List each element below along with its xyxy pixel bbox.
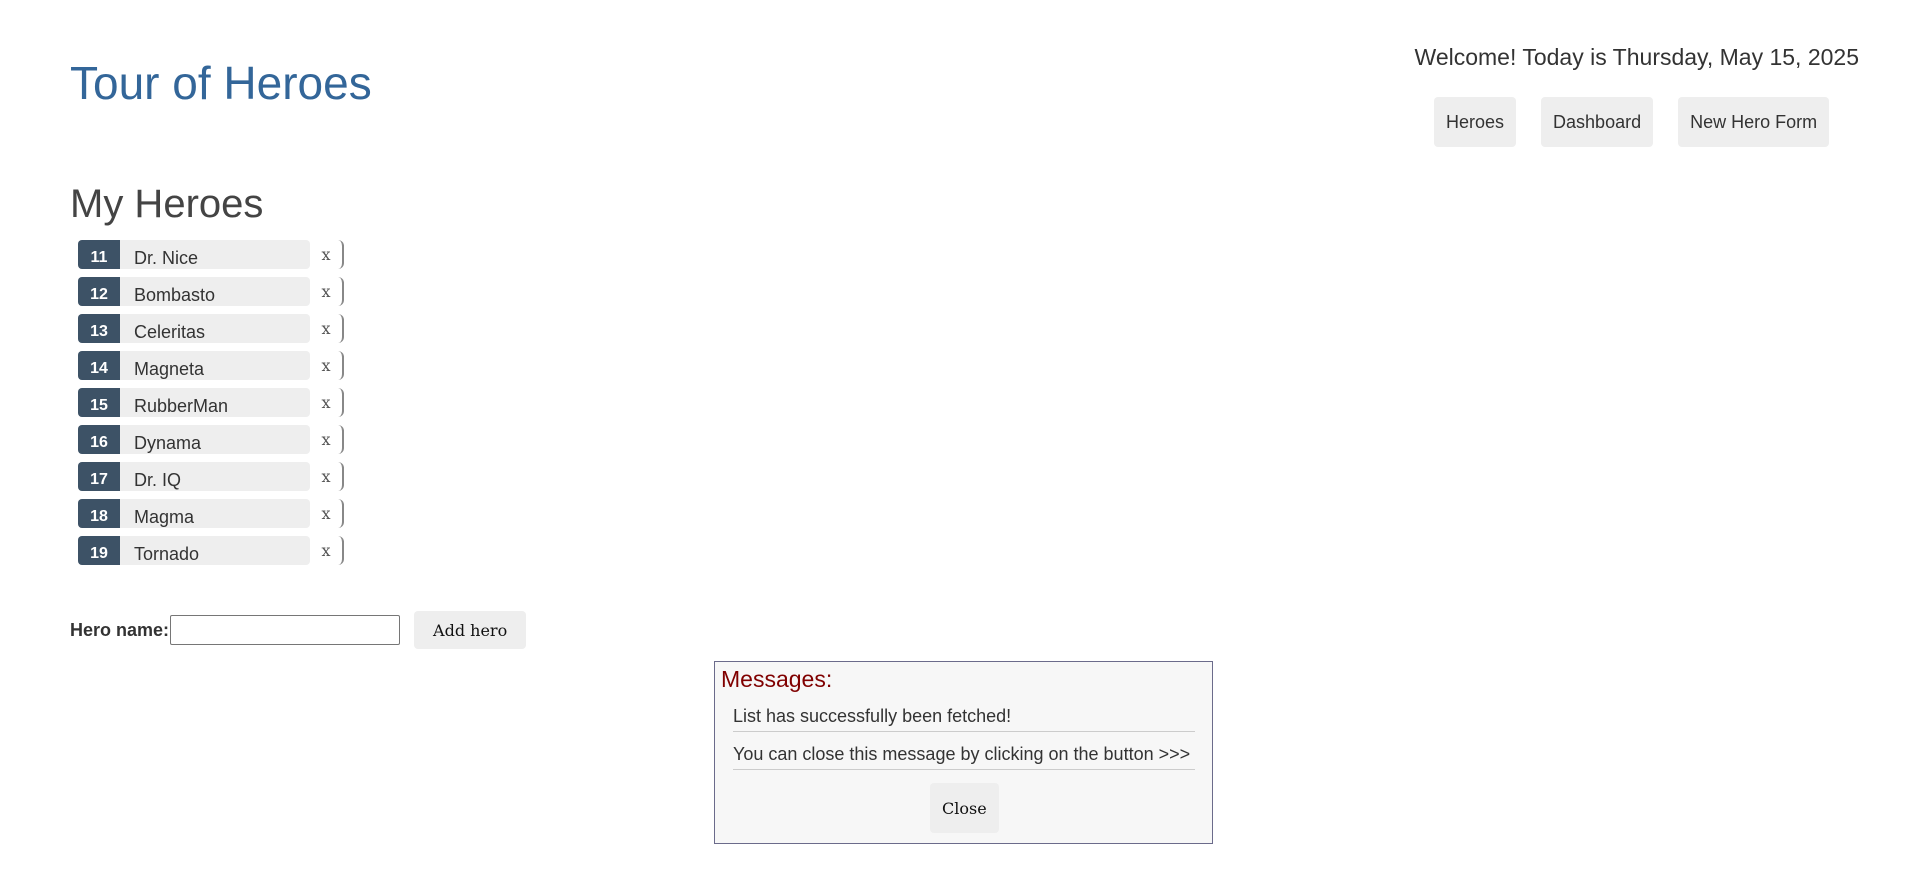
hero-id-badge: 11 [78,240,120,269]
hero-name-label: Hero name: [70,619,170,640]
hero-name: Magneta [134,359,205,379]
delete-hero-button[interactable]: x [310,462,344,491]
messages-panel: Messages: List has successfully been fet… [714,661,1213,844]
delete-hero-button[interactable]: x [310,536,344,565]
hero-id-badge: 19 [78,536,120,565]
hero-name: Celeritas [134,322,206,342]
hero-name: Dynama [134,433,202,453]
hero-name: Dr. IQ [134,470,182,490]
hero-id-badge: 13 [78,314,120,343]
page-title: My Heroes [70,182,264,226]
delete-hero-button[interactable]: x [310,425,344,454]
delete-hero-button[interactable]: x [310,277,344,306]
hero-link[interactable]: 11 Dr. Nice [78,240,310,269]
hero-list-item: 12 Bombasto x [78,277,346,306]
hero-id-badge: 16 [78,425,120,454]
hero-id-badge: 15 [78,388,120,417]
hero-name-input[interactable] [170,615,401,645]
message-item: List has successfully been fetched! [733,706,1195,732]
add-hero-form: Hero name: Add hero [70,611,527,649]
welcome-text: Welcome! Today is Thursday, May 15, 2025 [1414,44,1859,70]
hero-list-item: 11 Dr. Nice x [78,240,346,269]
delete-hero-button[interactable]: x [310,499,344,528]
messages-title: Messages: [721,666,833,692]
nav-new-hero-form-button[interactable]: New Hero Form [1678,97,1830,147]
hero-list-item: 18 Magma x [78,499,346,528]
hero-link[interactable]: 18 Magma [78,499,310,528]
hero-list-item: 17 Dr. IQ x [78,462,346,491]
hero-list-item: 14 Magneta x [78,351,346,380]
hero-link[interactable]: 15 RubberMan [78,388,310,417]
hero-list-item: 16 Dynama x [78,425,346,454]
hero-link[interactable]: 14 Magneta [78,351,310,380]
delete-hero-button[interactable]: x [310,240,344,269]
message-item: You can close this message by clicking o… [733,744,1195,770]
hero-name: Magma [134,507,195,527]
hero-link[interactable]: 13 Celeritas [78,314,310,343]
hero-name: Bombasto [134,285,216,305]
app-title: Tour of Heroes [70,57,372,109]
delete-hero-button[interactable]: x [310,314,344,343]
hero-link[interactable]: 17 Dr. IQ [78,462,310,491]
nav-dashboard-button[interactable]: Dashboard [1541,97,1654,147]
hero-list-item: 19 Tornado x [78,536,346,565]
hero-link[interactable]: 12 Bombasto [78,277,310,306]
nav-heroes-button[interactable]: Heroes [1434,97,1517,147]
hero-link[interactable]: 19 Tornado [78,536,310,565]
hero-list-item: 13 Celeritas x [78,314,346,343]
hero-name: RubberMan [134,396,229,416]
hero-id-badge: 18 [78,499,120,528]
hero-name: Dr. Nice [134,248,199,268]
main-nav: Heroes Dashboard New Hero Form [1434,97,1830,147]
hero-link[interactable]: 16 Dynama [78,425,310,454]
add-hero-button[interactable]: Add hero [414,611,527,649]
close-messages-button[interactable]: Close [930,783,999,833]
delete-hero-button[interactable]: x [310,351,344,380]
hero-list-item: 15 RubberMan x [78,388,346,417]
hero-list: 11 Dr. Nice x 12 Bombasto x 13 Celeritas… [78,240,346,573]
hero-name: Tornado [134,544,200,564]
hero-id-badge: 14 [78,351,120,380]
hero-id-badge: 12 [78,277,120,306]
hero-id-badge: 17 [78,462,120,491]
delete-hero-button[interactable]: x [310,388,344,417]
